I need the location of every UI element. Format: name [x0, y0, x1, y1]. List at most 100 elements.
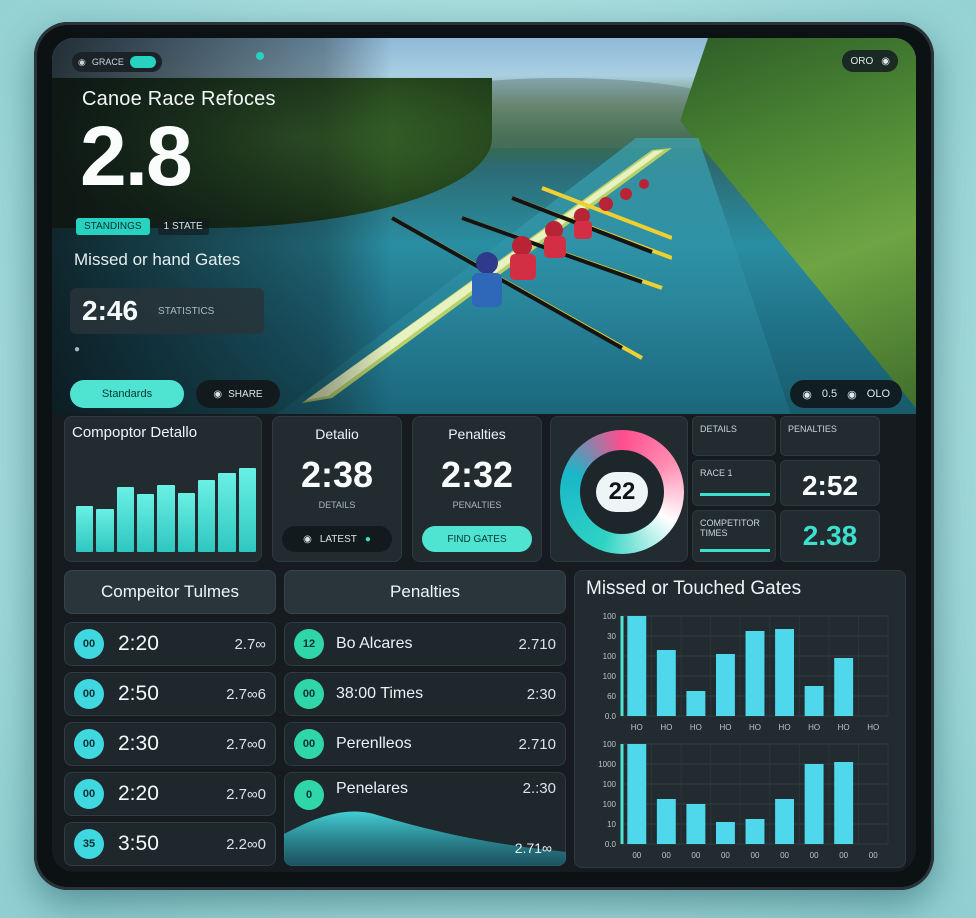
penalties-card-value: 2:32	[440, 454, 514, 495]
y-tick-label: 100	[603, 672, 617, 681]
toggle-icon[interactable]: ◉	[847, 388, 857, 401]
x-tick-label: 00	[869, 851, 878, 860]
time-row[interactable]: 00 2:20 2.7∞	[64, 622, 276, 666]
competitor-icon: 00	[74, 779, 104, 809]
hero-subtitle: Missed or hand Gates	[74, 250, 241, 269]
tablet-frame: ◉ GRACE ORO ◉ Canoe Race Refoces 2.8 STA…	[34, 22, 934, 890]
penalties-panel: Penalties 12 Bo Alcares 2.710 00 38:00 T…	[284, 570, 566, 868]
penalty-value: 2.710	[518, 635, 556, 653]
hero-box-label: STATISTICS	[158, 305, 215, 317]
hero-banner: ◉ GRACE ORO ◉ Canoe Race Refoces 2.8 STA…	[52, 38, 916, 414]
x-tick-label: 00	[721, 851, 730, 860]
time-row[interactable]: 00 2:30 2.7∞0	[64, 722, 276, 766]
hero-tags: STANDINGS 1 STATE	[76, 218, 209, 235]
gate-bar	[775, 799, 795, 844]
gates-chart-bottom: 100 1000 100 100 10 0.0 00 00 00 00 00 00 00 00 00	[584, 736, 896, 864]
stat-race-value: 2:52	[801, 470, 859, 501]
find-gates-button[interactable]: FIND GATES	[422, 526, 532, 552]
time-row[interactable]: 35 3:50 2.2∞0	[64, 822, 276, 866]
time-split: 2.7∞	[234, 635, 266, 653]
top-right-label: ORO	[850, 55, 874, 67]
competitor-details-panel: Compoptor Detallo	[64, 416, 262, 562]
share-label: SHARE	[228, 388, 263, 400]
gate-bar	[834, 762, 854, 844]
stat-times-value-card: 2.38	[780, 510, 880, 562]
ring-gauge-value: 22	[596, 472, 648, 512]
y-tick-label: 100	[603, 612, 617, 621]
y-tick-label: 100	[603, 652, 617, 661]
standards-button[interactable]: Standards	[70, 380, 184, 408]
y-tick-label: 100	[603, 780, 617, 789]
hero-value: 2.8	[80, 109, 193, 203]
media-controls[interactable]: ◉ 0.5 ◉ OLO	[790, 380, 902, 408]
gates-panel: Missed or Touched Gates 100 30 100 100 60 0.0…	[574, 570, 906, 868]
competitor-icon: 35	[74, 829, 104, 859]
time-split: 2.7∞0	[226, 785, 266, 803]
stats-grid: DETAILS PENALTIES RACE 1 2:52 COMPETITOR…	[692, 416, 906, 562]
tag-primary[interactable]: STANDINGS	[76, 218, 150, 235]
stat-details[interactable]: DETAILS	[692, 416, 776, 456]
x-tick-label: HO	[690, 723, 702, 732]
hero-time-box: 2:46 STATISTICS	[70, 288, 264, 334]
ring-gauge: 22	[560, 430, 684, 554]
y-tick-label: 60	[607, 692, 616, 701]
detail-card-button[interactable]: ◉ LATEST ●	[282, 526, 392, 552]
gate-bar	[686, 804, 706, 844]
time-row[interactable]: 00 2:20 2.7∞0	[64, 772, 276, 816]
detail-card-title: Detalio	[315, 426, 359, 442]
stat-times-underline	[700, 549, 770, 552]
penalty-value: 2:30	[526, 685, 556, 703]
time-row[interactable]: 00 2:50 2.7∞6	[64, 672, 276, 716]
penalty-wave-value: 2.71∞	[514, 840, 552, 856]
record-icon[interactable]: ◉	[802, 388, 812, 401]
stat-penalties[interactable]: PENALTIES	[780, 416, 880, 456]
x-tick-label: HO	[867, 723, 879, 732]
ring-gauge-panel: 22	[550, 416, 688, 562]
stat-race-underline	[700, 493, 770, 496]
status-dot-icon: ●	[364, 533, 371, 545]
penalty-icon: 00	[294, 679, 324, 709]
penalties-card-caption: PENALTIES	[452, 500, 502, 510]
penalties-card: Penalties 2:32 PENALTIES FIND GATES	[412, 416, 542, 562]
stat-race-label: RACE 1	[700, 468, 733, 478]
share-button[interactable]: ◉ SHARE	[196, 380, 280, 408]
time-value: 2:30	[118, 732, 159, 755]
settings-icon[interactable]: ◉	[881, 56, 890, 67]
hero-box-value: 2:46	[82, 295, 139, 326]
top-right-controls[interactable]: ORO ◉	[842, 50, 898, 72]
x-tick-label: 00	[691, 851, 700, 860]
time-value: 3:50	[118, 832, 159, 855]
time-value: 2:20	[118, 632, 159, 655]
stat-race: RACE 1	[692, 460, 776, 506]
stat-times: COMPETITOR TIMES	[692, 510, 776, 562]
gate-bar	[745, 819, 765, 844]
competitor-details-title: Compoptor Detallo	[72, 424, 198, 441]
competitor-icon: 00	[74, 729, 104, 759]
x-tick-label: HO	[779, 723, 791, 732]
y-tick-label: 100	[603, 800, 617, 809]
penalty-row[interactable]: 00 38:00 Times 2:30	[284, 672, 566, 716]
race-chip[interactable]: ◉ GRACE	[72, 52, 162, 72]
x-tick-label: 00	[839, 851, 848, 860]
penalty-row[interactable]: 12 Bo Alcares 2.710	[284, 622, 566, 666]
x-tick-label: HO	[660, 723, 672, 732]
detail-bar	[96, 508, 114, 552]
detail-card-value: 2:38	[300, 454, 374, 495]
gate-bar	[834, 658, 854, 716]
penalty-row[interactable]: 0 Penelares 2.:30 2.71∞	[284, 772, 566, 866]
time-value: 2:20	[118, 782, 159, 805]
speed-value[interactable]: 0.5	[822, 388, 837, 400]
y-tick-label: 100	[603, 740, 617, 749]
competitor-times-title: Compeitor Tulmes	[64, 570, 276, 614]
x-tick-label: HO	[808, 723, 820, 732]
penalty-row[interactable]: 00 Perenlleos 2.710	[284, 722, 566, 766]
x-tick-label: HO	[631, 723, 643, 732]
gate-bar	[715, 654, 735, 716]
play-icon: ◉	[213, 388, 223, 400]
x-tick-label: HO	[838, 723, 850, 732]
gate-bar	[627, 744, 647, 844]
penalties-card-title: Penalties	[448, 426, 506, 442]
detail-bar	[177, 493, 195, 552]
penalty-icon: 00	[294, 729, 324, 759]
detail-bar	[76, 505, 94, 552]
